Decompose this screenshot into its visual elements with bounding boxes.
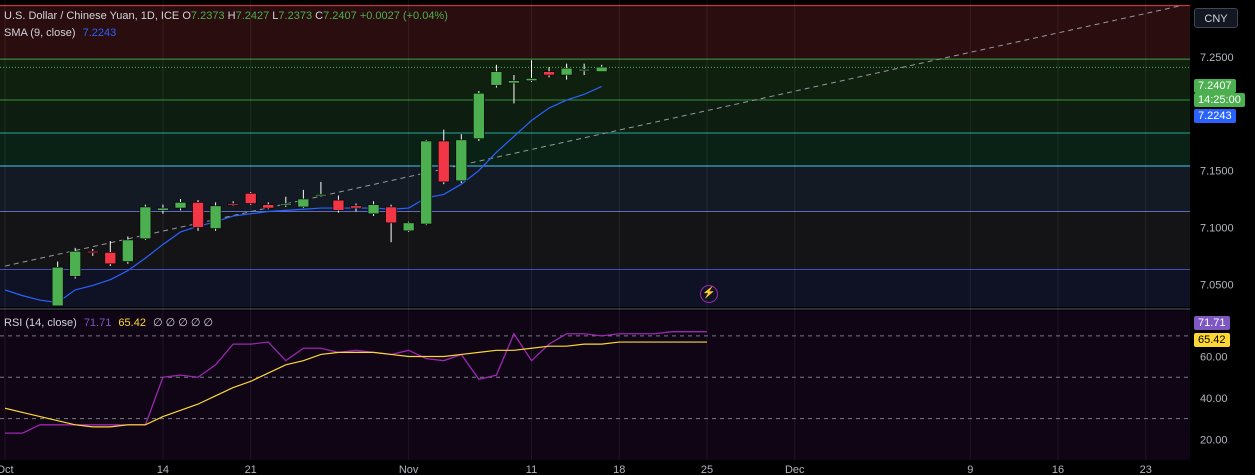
time-tick-label: Nov [399,464,419,475]
candle-body [367,204,380,215]
candle [192,200,204,231]
close-value: 7.2407 [323,10,357,22]
time-axis: Oct 14 21 Nov 11 18 25 Dec 9 16 23 [0,460,1255,475]
rsi-value: 71.71 [83,317,112,329]
candle-body [543,71,555,76]
price-tick-label: 7.2500 [1200,52,1234,64]
time-tick-label: 16 [1052,464,1064,475]
candle [473,90,485,141]
candle [69,247,81,279]
candle-body [122,239,134,262]
rsi-label: RSI (14, close) [4,317,77,329]
candle-body [157,207,169,211]
candle-body [104,252,117,265]
rsi-pane-background [0,311,1190,460]
time-tick-label: 11 [526,464,537,475]
price-axis: 7.25007.20007.15007.10007.050060.0040.00… [1190,0,1255,475]
candle-body [437,140,450,183]
currency-button[interactable]: CNY [1194,8,1238,28]
zone-band [0,269,1190,307]
candle [139,204,152,240]
candle-body [174,202,187,209]
candle-body [227,203,239,206]
candle-body [279,203,292,206]
candle [420,139,433,226]
candle-body [385,206,397,224]
sma-value: 7.2243 [82,27,117,39]
candle-body [86,250,99,254]
lightning-icon[interactable]: ⚡ [700,285,718,303]
candle-body [139,206,152,240]
price-tick-label: 7.1000 [1200,222,1234,234]
high-label: H [227,10,236,22]
time-tick-label: 25 [701,464,713,475]
candle-body [455,139,468,182]
zone-band [0,211,1190,270]
candle [122,236,134,264]
candle-body [297,198,310,208]
candle-body [578,69,590,72]
rsi-tick-label: 40.00 [1200,393,1228,405]
candle-body [332,199,345,211]
rsi-value-badge: 71.71 [1194,316,1230,330]
change-value: +0.0027 (+0.04%) [359,10,448,22]
sma-legend[interactable]: SMA (9, close) 7.2243 [4,26,116,40]
candle-body [315,194,327,197]
zone-band [0,59,1190,101]
high-value: 7.2427 [235,10,270,22]
zone-band [0,133,1190,167]
time-tick-label: 18 [613,464,625,475]
candle-body [560,67,573,76]
sma-price-badge: 7.2243 [1194,109,1236,123]
countdown-badge: 14:25:00 [1194,93,1245,107]
candle-body [595,66,608,72]
rsi-tick-label: 20.00 [1200,434,1228,446]
time-tick-label: 9 [967,464,973,475]
time-tick-label: 23 [1140,464,1152,475]
candle-body [350,205,362,209]
symbol-legend: U.S. Dollar / Chinese Yuan, 1D, ICE O7.2… [4,9,448,23]
rsi-ma-value: 65.42 [118,317,146,329]
rsi-legend[interactable]: RSI (14, close) 71.71 65.42 ∅ ∅ ∅ ∅ ∅ [4,316,213,330]
candle-body [51,266,64,307]
candle-body [473,92,485,140]
symbol-title: U.S. Dollar / Chinese Yuan, 1D, ICE [4,10,180,22]
last-price-badge: 7.2407 [1194,79,1236,93]
candle-body [525,78,538,82]
candle-body [192,202,204,228]
candle [51,261,64,307]
rsi-null-values: ∅ ∅ ∅ ∅ ∅ [153,317,214,329]
time-tick-label: 21 [245,464,257,475]
open-value: 7.2373 [190,10,225,22]
candle [402,221,415,232]
time-tick-label: 14 [157,464,169,475]
candle-body [209,205,222,229]
close-label: C [315,10,324,22]
price-chart[interactable]: 7.25007.20007.15007.10007.050060.0040.00… [0,0,1255,475]
candle-body [69,250,81,277]
time-tick-label: Oct [0,464,14,475]
support-resistance-zones [0,5,1190,307]
candle-body [490,71,503,86]
candle-body [508,80,520,84]
time-tick-label: Dec [785,464,805,475]
rsi-tick-label: 60.00 [1200,352,1228,364]
candle-body [402,222,415,232]
candle [244,192,257,205]
zone-band [0,100,1190,134]
time-axis-background [0,460,1255,475]
rsi-ma-badge: 65.42 [1194,333,1230,347]
candle-body [420,140,433,225]
candle-body [262,204,275,209]
open-label: O [182,10,191,22]
low-value: 7.2373 [278,10,313,22]
price-tick-label: 7.1500 [1200,166,1234,178]
candle [455,134,468,184]
price-tick-label: 7.0500 [1200,279,1234,291]
sma-label: SMA (9, close) [4,27,76,39]
candle-body [244,192,257,204]
candle [209,202,222,231]
